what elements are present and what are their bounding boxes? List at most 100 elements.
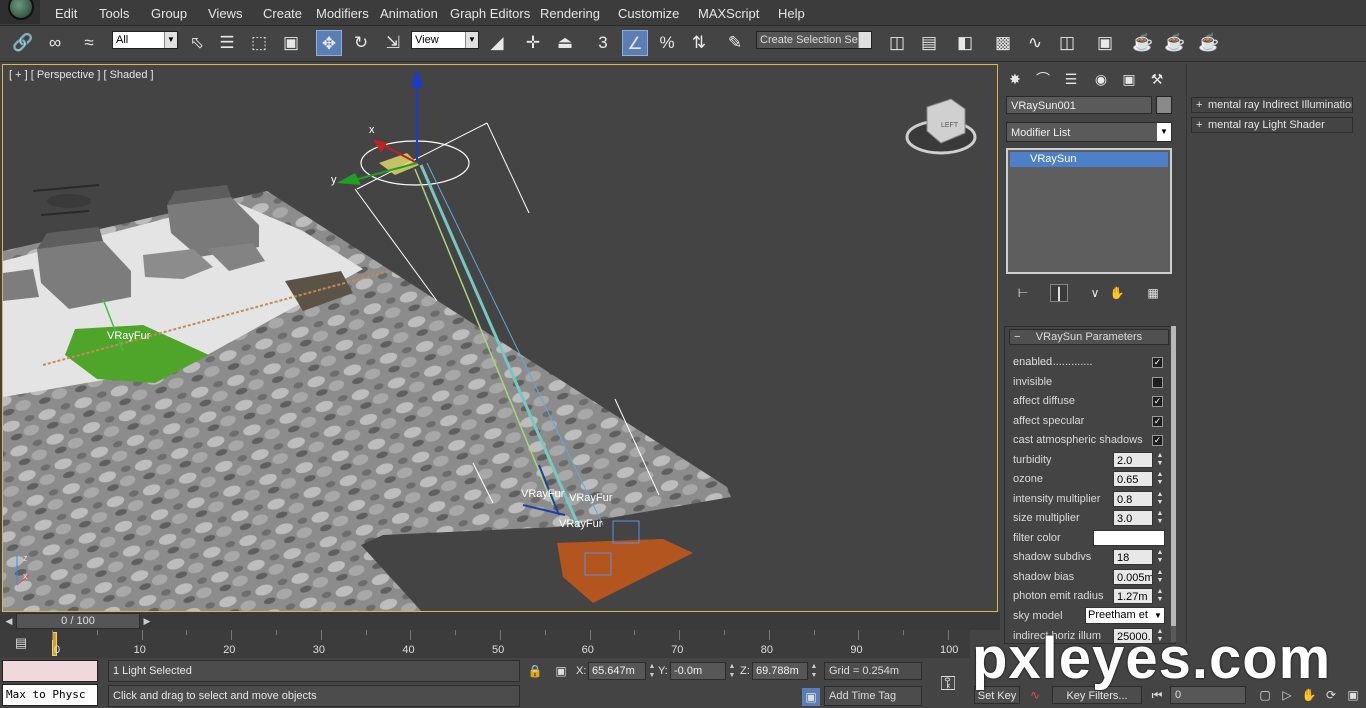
link-icon[interactable]: 🔗 (10, 30, 36, 56)
make-unique-icon[interactable]: ∨ (1086, 284, 1104, 302)
shadow-bias-spinner[interactable]: 0.005m ▲ ▼ (1113, 569, 1165, 585)
rollout-mr-indirect-illumination[interactable]: + mental ray Indirect Illumination (1191, 97, 1353, 113)
configure-sets-icon[interactable]: ▦ (1144, 284, 1162, 302)
graphite-ribbon-icon[interactable]: ▩ (990, 30, 1016, 56)
display-tab-icon[interactable]: ▣ (1118, 68, 1140, 90)
unlink-icon[interactable]: ∞ (42, 30, 68, 56)
set-key-icon[interactable]: ⚿ (928, 662, 968, 706)
rollout-title[interactable]: − VRaySun Parameters (1009, 329, 1169, 345)
modifier-stack[interactable]: VRaySun (1006, 148, 1172, 274)
menu-rendering[interactable]: Rendering (540, 6, 600, 21)
pin-stack-icon[interactable]: ⊢ (1014, 284, 1032, 302)
viewcube[interactable]: LEFT (905, 98, 977, 155)
mirror-icon[interactable]: ◫ (884, 30, 910, 56)
x-spinner[interactable]: ▲ ▼ (648, 662, 656, 680)
affect-diffuse-checkbox[interactable]: ✓ (1152, 396, 1163, 407)
modifier-list-dropdown[interactable]: Modifier List ▼ (1006, 122, 1172, 142)
time-tag-icon[interactable]: ▣ (802, 688, 820, 706)
menu-maxscript[interactable]: MAXScript (698, 6, 759, 21)
rendered-frame-icon[interactable]: ☕ (1162, 30, 1188, 56)
menu-help[interactable]: Help (778, 6, 805, 21)
command-panel-scrollbar[interactable] (1171, 326, 1176, 642)
photon-radius-spinner[interactable]: 1.27m ▲ ▼ (1113, 588, 1165, 604)
cast-atmospheric-checkbox[interactable]: ✓ (1152, 435, 1163, 446)
create-tab-icon[interactable]: ✸ (1004, 68, 1026, 90)
z-spinner[interactable]: ▲ ▼ (810, 662, 818, 680)
lock-selection-icon[interactable]: 🔒 (526, 662, 544, 680)
invisible-checkbox[interactable] (1152, 377, 1163, 388)
track-bar[interactable]: ▤ 0 10 20 30 40 50 60 70 80 90 100 (0, 630, 970, 658)
sky-model-dropdown[interactable]: Preetham et ▼ (1085, 607, 1165, 624)
intensity-spinner[interactable]: 0.8 ▲ ▼ (1113, 491, 1165, 507)
perspective-viewport[interactable]: x y VRayFur VRayFur VRayFur VRayFur LEFT… (2, 64, 998, 612)
pivot-icon[interactable]: ◢ (484, 30, 510, 56)
render-production-icon[interactable]: ☕ (1196, 30, 1222, 56)
add-time-tag[interactable]: Add Time Tag (824, 686, 922, 706)
mini-curve-editor-icon[interactable]: ▤ (10, 635, 32, 653)
menu-animation[interactable]: Animation (380, 6, 438, 21)
menu-tools[interactable]: Tools (99, 6, 129, 21)
motion-tab-icon[interactable]: ◉ (1090, 68, 1112, 90)
bind-space-warp-icon[interactable]: ≈ (76, 30, 102, 56)
time-slider[interactable]: ◀ 0 / 100 ▶ (0, 612, 1000, 630)
select-scale-icon[interactable]: ⇲ (380, 30, 406, 56)
y-spinner[interactable]: ▲ ▼ (728, 662, 736, 680)
z-coordinate-field[interactable]: 69.788m (752, 662, 808, 680)
size-spinner[interactable]: 3.0 ▲ ▼ (1113, 510, 1165, 526)
filter-color-swatch[interactable] (1093, 530, 1165, 546)
angle-snap-icon[interactable]: ∠ (622, 30, 648, 56)
maxscript-listener-input[interactable]: Max to Physc (2, 684, 98, 706)
menu-customize[interactable]: Customize (618, 6, 679, 21)
hierarchy-tab-icon[interactable]: ☰ (1060, 68, 1082, 90)
manipulate-icon[interactable]: ✛ (520, 30, 546, 56)
select-rotate-icon[interactable]: ↻ (348, 30, 374, 56)
material-editor-icon[interactable]: ▣ (1092, 30, 1118, 56)
utilities-tab-icon[interactable]: ⚒ (1146, 68, 1168, 90)
affect-specular-checkbox[interactable]: ✓ (1152, 416, 1163, 427)
modify-tab-icon[interactable]: ⌒ (1032, 68, 1054, 90)
schematic-view-icon[interactable]: ◫ (1054, 30, 1080, 56)
show-end-result-icon[interactable]: ┃ (1050, 284, 1068, 302)
remove-modifier-icon[interactable]: ✋ (1108, 284, 1126, 302)
curve-editor-icon[interactable]: ∿ (1022, 30, 1048, 56)
spinner-snap-icon[interactable]: ⇅ (686, 30, 712, 56)
keyboard-shortcut-icon[interactable]: ⏏ (552, 30, 578, 56)
y-coordinate-field[interactable]: -0.0m (670, 662, 726, 680)
maximize-viewport-icon[interactable]: ▣ (1344, 686, 1362, 704)
time-slider-thumb[interactable]: 0 / 100 (16, 613, 140, 629)
named-selection-sets[interactable]: Create Selection Se ▼ (756, 31, 872, 49)
edit-named-selection-icon[interactable]: ✎ (722, 30, 748, 56)
rollout-mr-light-shader[interactable]: + mental ray Light Shader (1191, 117, 1353, 133)
snaps-toggle-icon[interactable]: 3 (590, 30, 616, 56)
menu-modifiers[interactable]: Modifiers (316, 6, 369, 21)
viewport-label[interactable]: [ + ] [ Perspective ] [ Shaded ] (9, 69, 154, 81)
object-color-swatch[interactable] (1156, 96, 1172, 114)
select-move-icon[interactable]: ✥ (316, 30, 342, 56)
select-object-icon[interactable]: ⬁ (184, 30, 210, 56)
menu-group[interactable]: Group (151, 6, 187, 21)
object-name-field[interactable]: VRaySun001 (1006, 96, 1152, 114)
rectangular-region-icon[interactable]: ⬚ (246, 30, 272, 56)
reference-coordinate-dropdown[interactable]: View ▼ (411, 31, 479, 49)
align-icon[interactable]: ▤ (916, 30, 942, 56)
layer-manager-icon[interactable]: ◧ (952, 30, 978, 56)
menu-views[interactable]: Views (208, 6, 242, 21)
turbidity-spinner[interactable]: 2.0 ▲ ▼ (1113, 452, 1165, 468)
scrollbar-thumb[interactable] (1171, 326, 1176, 626)
stack-item-vraysun[interactable]: VRaySun (1010, 152, 1168, 167)
shadow-subdivs-spinner[interactable]: 18 ▲ ▼ (1113, 549, 1165, 565)
x-coordinate-field[interactable]: 65.647m (588, 662, 646, 680)
select-by-name-icon[interactable]: ☰ (214, 30, 240, 56)
time-prev-icon[interactable]: ◀ (2, 613, 16, 629)
selection-filter-dropdown[interactable]: All ▼ (112, 31, 178, 49)
menu-create[interactable]: Create (263, 6, 302, 21)
absolute-mode-icon[interactable]: ▣ (552, 662, 570, 680)
percent-snap-icon[interactable]: % (654, 30, 680, 56)
time-next-icon[interactable]: ▶ (140, 613, 154, 629)
enabled-checkbox[interactable]: ✓ (1152, 357, 1163, 368)
menu-graph-editors[interactable]: Graph Editors (450, 6, 530, 21)
window-crossing-icon[interactable]: ▣ (278, 30, 304, 56)
maxscript-listener-output[interactable] (2, 660, 98, 682)
ozone-spinner[interactable]: 0.65 ▲ ▼ (1113, 471, 1165, 487)
render-setup-icon[interactable]: ☕ (1130, 30, 1156, 56)
